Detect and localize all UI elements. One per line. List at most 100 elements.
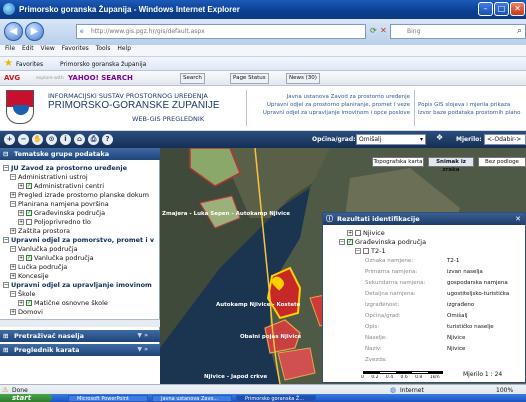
field-value: Njivice	[447, 335, 466, 341]
task-javna-ustanova[interactable]: Javna ustanova Zavo...	[152, 395, 232, 402]
info-link-1[interactable]: Javna ustanova Zavod za prostorno uređen…	[260, 94, 410, 100]
popup-header: ⓘ Rezultati identifikacije ✕	[323, 213, 525, 225]
banner-line2: PRIMORSKO-GORANSKE ŽUPANIJE	[48, 100, 220, 111]
stop-icon[interactable]: ✕	[380, 26, 387, 35]
task-powerpoint[interactable]: Microsoft PowerPoint	[68, 395, 148, 402]
start-button[interactable]: start	[0, 394, 52, 402]
tree-node[interactable]: − Planirana namjena površina	[10, 200, 109, 208]
field-value: Omišalj	[447, 313, 468, 319]
favorites-button[interactable]: Favorites	[16, 61, 43, 68]
close-button[interactable]: ✕	[510, 2, 525, 16]
field-label: Detaljna namjena:	[365, 291, 416, 297]
warning-icon: ⚠	[2, 386, 9, 394]
tree-leaf[interactable]: + ✓ Administrativni centri	[18, 182, 104, 190]
measure-icon[interactable]: ⌂	[74, 134, 85, 145]
field-value: gospodarska namjena	[447, 280, 508, 286]
tree-node[interactable]: + Pregled izrade prostorno planske dokum	[10, 191, 149, 199]
avg-logo[interactable]: AVG	[4, 74, 20, 82]
info-link-3[interactable]: Upravni odjel za upravljanje imovinom i …	[250, 110, 410, 116]
news-button[interactable]: News (30)	[286, 73, 320, 84]
panel-header[interactable]: ⊟ Tematske grupe podataka	[0, 148, 160, 160]
field-label: Naziv:	[365, 346, 382, 352]
minimize-button[interactable]: –	[478, 2, 493, 16]
task-primorsko[interactable]: Primorsko goranska Ž...	[236, 395, 316, 402]
menu-file[interactable]: File	[5, 45, 15, 52]
yahoo-search-box[interactable]: YAHOO! SEARCH	[68, 74, 133, 82]
field-label: Općina/grad:	[365, 313, 401, 319]
map-label: Autokamp Njivice - Kostete	[216, 302, 301, 308]
tree-node[interactable]: − Vanlučka područja	[10, 245, 78, 253]
tree-leaf[interactable]: + ✓ Vanlučka područja	[18, 254, 94, 262]
tree-group[interactable]: − JU Zavod za prostorno uređenje	[3, 164, 127, 172]
info-icon[interactable]: i	[60, 134, 71, 145]
mjerilo-label: Mjerilo:	[456, 136, 482, 143]
print-icon[interactable]: ⎙	[88, 134, 99, 145]
field-label: Oznaka namjene:	[365, 258, 414, 264]
url-field[interactable]: e http://www.gis.pgz.hr/gis/default.aspx	[76, 24, 366, 39]
forward-button[interactable]: ▶	[25, 22, 44, 41]
tab-no-basemap[interactable]: Bez podloge	[478, 157, 526, 167]
tree-node[interactable]: + Domovi	[10, 308, 43, 316]
menu-tools[interactable]: Tools	[96, 45, 111, 52]
help-icon[interactable]: ?	[102, 134, 113, 145]
favorite-link[interactable]: Primorsko goranska županija	[60, 61, 146, 68]
map-browser-header[interactable]: ⊞ Preglednik karata ▼ »	[0, 344, 160, 356]
zoom-out-icon[interactable]: −	[18, 134, 29, 145]
popup-close-icon[interactable]: ✕	[515, 213, 521, 225]
search-input[interactable]: Bing ⌕	[390, 24, 526, 39]
tree-leaf[interactable]: + ✓ Građevinska područja	[18, 209, 105, 217]
menu-help[interactable]: Help	[117, 45, 131, 52]
expand-icon: ⊞	[3, 346, 9, 354]
status-text: Done	[12, 387, 28, 394]
identify-results-popup: ⓘ Rezultati identifikacije ✕ + Njivice − ✓…	[322, 212, 526, 383]
layers-panel: ⊟ Tematske grupe podataka − JU Zavod za p…	[0, 148, 160, 356]
favorites-star-icon: ★	[4, 58, 13, 69]
menu-favorites[interactable]: Favorites	[62, 45, 89, 52]
field-value: T2-1	[447, 258, 460, 264]
refresh-icon[interactable]: ⟳	[370, 26, 377, 35]
menu-edit[interactable]: Edit	[22, 45, 34, 52]
tree-node[interactable]: − Škole	[10, 290, 35, 298]
search-button[interactable]: Search	[180, 73, 205, 84]
result-node[interactable]: − ✓ Građevinska područja	[339, 238, 426, 246]
zoom-in-icon[interactable]: +	[4, 134, 15, 145]
tree-node[interactable]: − Administrativni ustroj	[10, 173, 88, 181]
settlement-search-header[interactable]: ⊞ Pretraživač naselja ▼ »	[0, 330, 160, 342]
opcina-select[interactable]: Omišalj ▾	[356, 134, 426, 145]
zoom-level[interactable]: 100%	[496, 387, 513, 394]
result-node[interactable]: − T2-1	[355, 247, 386, 255]
tree-node[interactable]: + Zaštita prostora	[10, 227, 70, 235]
tab-aerial[interactable]: Snimak iz zraka	[428, 157, 474, 173]
scale-text: Mjerilo 1 : 24	[463, 371, 503, 378]
tree-group[interactable]: − Upravni odjel za pomorstvo, promet i v	[3, 236, 154, 244]
tab-topographic[interactable]: Topografska karta	[372, 157, 424, 167]
search-icon[interactable]: ⌕	[517, 26, 522, 36]
yahoo-hint: explore with	[36, 76, 64, 81]
info-link-2[interactable]: Upravni odjel za prostorno planiranje, p…	[260, 102, 410, 108]
horizontal-scrollbar[interactable]	[0, 319, 160, 327]
pan-icon[interactable]: ✋	[32, 134, 43, 145]
maximize-button[interactable]: □	[494, 2, 509, 16]
ie-logo-icon	[3, 3, 15, 15]
layers-icon[interactable]: ❖	[436, 133, 443, 142]
tree-node[interactable]: + Lučka područja	[10, 263, 67, 271]
menu-view[interactable]: View	[41, 45, 55, 52]
tree-node[interactable]: + Koncesije	[10, 272, 49, 280]
tree-leaf[interactable]: + Poljoprivredno tlo	[18, 218, 91, 226]
tree-leaf[interactable]: + ✓ Matične osnovne škole	[18, 299, 108, 307]
map-label: Njivice - Japod crkve	[204, 374, 268, 380]
scale-select[interactable]: <-Odabir->	[484, 134, 526, 145]
back-button[interactable]: ◀	[4, 22, 23, 41]
address-bar: ◀ ▶ e http://www.gis.pgz.hr/gis/default.…	[0, 19, 526, 45]
data-source-link[interactable]: Izvor baze podataka prostornih plano	[418, 110, 526, 116]
site-banner: INFORMACIJSKI SUSTAV PROSTORNOG UREĐENJA…	[0, 86, 526, 131]
divider	[246, 90, 247, 126]
gis-layers-link[interactable]: Popis GIS slojeva i mjerila prikaza	[418, 102, 526, 108]
result-node[interactable]: + Njivice	[347, 229, 385, 237]
tree-group[interactable]: − Upravni odjel za upravljanje imovinom	[3, 281, 152, 289]
page-status-button[interactable]: Page Status	[230, 73, 269, 84]
field-value: ugostiteljsko-turistička	[447, 291, 510, 297]
map-label: Obalni pojas Njivice	[240, 334, 302, 340]
full-extent-icon[interactable]: ⊙	[46, 134, 57, 145]
banner-line3: WEB-GIS PREGLEDNIK	[132, 115, 205, 123]
